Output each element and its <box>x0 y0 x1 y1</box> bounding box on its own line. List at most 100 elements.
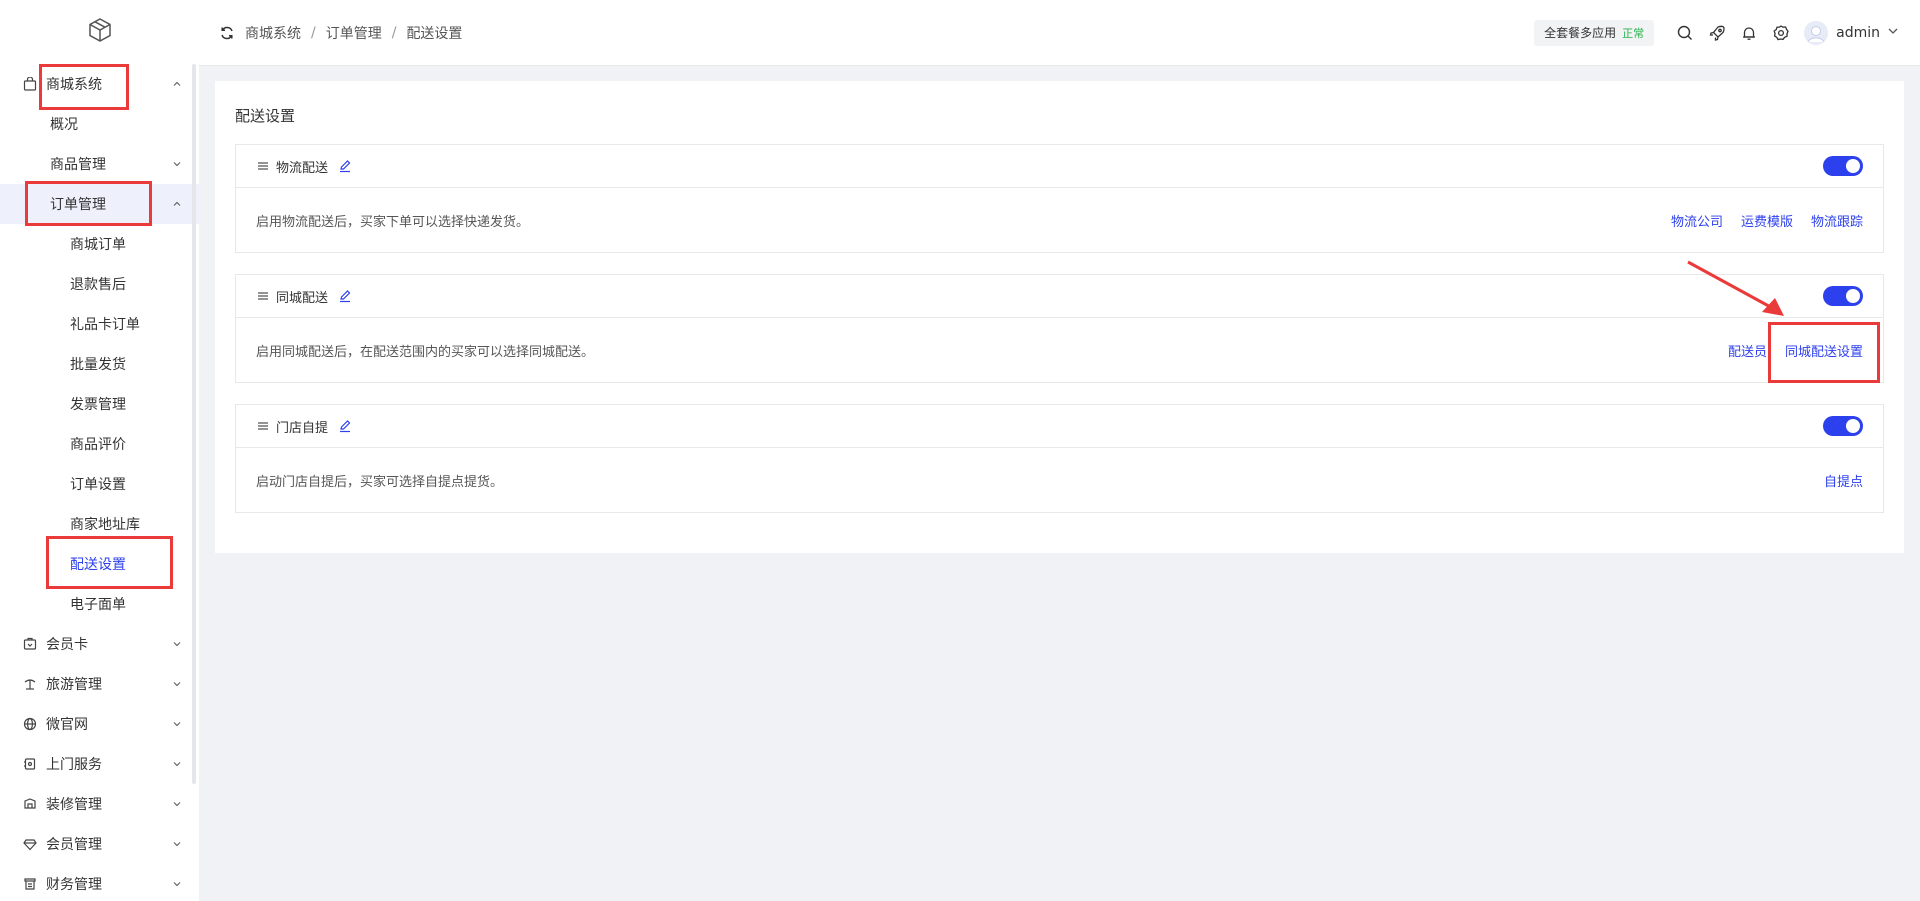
package-badge[interactable]: 全套餐多应用 正常 <box>1534 19 1655 46</box>
breadcrumb-item[interactable]: 商城系统 <box>245 23 301 43</box>
sidebar-item-finance-management[interactable]: 财务管理 <box>0 864 199 901</box>
sidebar-scrollbar[interactable] <box>192 64 196 784</box>
page-title: 配送设置 <box>235 107 296 125</box>
logistics-company-link[interactable]: 物流公司 <box>1671 211 1723 230</box>
sidebar-item-invoices[interactable]: 发票管理 <box>0 384 199 424</box>
drag-handle-icon[interactable] <box>256 159 270 173</box>
sidebar-item-mall-system[interactable]: 商城系统 <box>0 64 199 104</box>
chevron-down-icon <box>171 878 183 890</box>
sidebar-item-label: 概况 <box>50 117 78 133</box>
sidebar-item-refunds[interactable]: 退款售后 <box>0 264 199 304</box>
gear-icon[interactable] <box>1772 24 1790 42</box>
sidebar-item-label: 会员管理 <box>46 837 102 853</box>
same-city-settings-link[interactable]: 同城配送设置 <box>1785 341 1863 360</box>
courier-link[interactable]: 配送员 <box>1728 341 1767 360</box>
sidebar-item-product-reviews[interactable]: 商品评价 <box>0 424 199 464</box>
sidebar-item-overview[interactable]: 概况 <box>0 104 199 144</box>
toggle-knob <box>1846 159 1860 173</box>
chevron-down-icon <box>171 678 183 690</box>
shipping-template-link[interactable]: 运费模版 <box>1741 211 1793 230</box>
sidebar-item-mall-orders[interactable]: 商城订单 <box>0 224 199 264</box>
logo[interactable] <box>0 0 199 64</box>
sidebar-item-travel-management[interactable]: 旅游管理 <box>0 664 199 704</box>
bell-icon[interactable] <box>1740 24 1758 42</box>
sidebar-item-label: 订单设置 <box>70 477 126 493</box>
sidebar-item-e-waybill[interactable]: 电子面单 <box>0 584 199 624</box>
globe-icon <box>22 716 38 732</box>
sidebar-item-label: 商家地址库 <box>70 517 140 533</box>
card-links: 配送员 同城配送设置 <box>1710 341 1863 360</box>
sidebar-item-decoration-management[interactable]: 装修管理 <box>0 784 199 824</box>
card-title: 物流配送 <box>276 160 329 176</box>
edit-icon[interactable] <box>338 419 352 433</box>
pickup-point-link[interactable]: 自提点 <box>1824 471 1863 490</box>
refresh-icon[interactable] <box>219 25 235 41</box>
card-body: 启用物流配送后，买家下单可以选择快递发货。 物流公司 运费模版 物流跟踪 <box>236 188 1883 252</box>
card-header: 物流配送 <box>236 145 1883 188</box>
avatar[interactable] <box>1804 20 1829 45</box>
username[interactable]: admin <box>1836 25 1880 41</box>
breadcrumb-separator: / <box>391 24 397 41</box>
sidebar-item-membership-card[interactable]: 会员卡 <box>0 624 199 664</box>
breadcrumb-item[interactable]: 订单管理 <box>326 23 382 43</box>
card-body: 启用同城配送后，在配送范围内的买家可以选择同城配送。 配送员 同城配送设置 <box>236 318 1883 382</box>
package-status: 正常 <box>1622 26 1645 40</box>
sidebar-item-onsite-service[interactable]: 上门服务 <box>0 744 199 784</box>
sidebar-item-label: 礼品卡订单 <box>70 317 140 333</box>
card-body: 启动门店自提后，买家可选择自提点提货。 自提点 <box>236 448 1883 512</box>
search-icon[interactable] <box>1676 24 1694 42</box>
sidebar-item-address-library[interactable]: 商家地址库 <box>0 504 199 544</box>
breadcrumb-item-current: 配送设置 <box>406 25 463 42</box>
card-header: 门店自提 <box>236 405 1883 448</box>
card-description: 启动门店自提后，买家可选择自提点提货。 <box>256 474 504 490</box>
rocket-icon[interactable] <box>1708 24 1726 42</box>
enable-toggle[interactable] <box>1823 286 1863 306</box>
sidebar-item-label: 订单管理 <box>50 197 106 213</box>
chevron-down-icon <box>171 718 183 730</box>
chevron-down-icon[interactable] <box>1886 24 1900 42</box>
bag-icon <box>22 76 38 92</box>
card-title: 同城配送 <box>276 290 329 306</box>
sidebar-item-order-management[interactable]: 订单管理 <box>0 184 199 224</box>
enable-toggle[interactable] <box>1823 156 1863 176</box>
sidebar-item-label: 会员卡 <box>46 637 88 653</box>
toggle-knob <box>1846 419 1860 433</box>
sidebar-item-order-settings[interactable]: 订单设置 <box>0 464 199 504</box>
toggle-knob <box>1846 289 1860 303</box>
card-links: 物流公司 运费模版 物流跟踪 <box>1653 211 1863 230</box>
package-label: 全套餐多应用 <box>1544 26 1617 40</box>
travel-icon <box>22 676 38 692</box>
sidebar-item-product-management[interactable]: 商品管理 <box>0 144 199 184</box>
drag-handle-icon[interactable] <box>256 419 270 433</box>
top-header: 商城系统 / 订单管理 / 配送设置 全套餐多应用 正常 admin <box>199 0 1920 66</box>
cube-icon <box>86 16 114 48</box>
edit-icon[interactable] <box>338 159 352 173</box>
chevron-down-icon <box>171 838 183 850</box>
sidebar-item-label: 微官网 <box>46 717 88 733</box>
logistics-tracking-link[interactable]: 物流跟踪 <box>1811 211 1863 230</box>
breadcrumb: 商城系统 / 订单管理 / 配送设置 <box>245 23 462 43</box>
sidebar-item-label: 旅游管理 <box>46 677 102 693</box>
delivery-card-store-pickup: 门店自提 启动门店自提后，买家可选择自提点提货。 自提点 <box>235 404 1884 513</box>
enable-toggle[interactable] <box>1823 416 1863 436</box>
sidebar-item-label: 装修管理 <box>46 797 102 813</box>
sidebar-item-batch-shipping[interactable]: 批量发货 <box>0 344 199 384</box>
card-title: 门店自提 <box>276 420 329 436</box>
drag-handle-icon[interactable] <box>256 289 270 303</box>
sidebar-item-delivery-settings[interactable]: 配送设置 <box>0 544 199 584</box>
finance-icon <box>22 876 38 892</box>
chevron-down-icon <box>171 158 183 170</box>
service-icon <box>22 756 38 772</box>
chevron-up-icon <box>171 198 183 210</box>
sidebar-item-micro-website[interactable]: 微官网 <box>0 704 199 744</box>
sidebar-item-label: 商城订单 <box>70 237 126 253</box>
sidebar-item-member-management[interactable]: 会员管理 <box>0 824 199 864</box>
card-links: 自提点 <box>1806 471 1863 490</box>
sidebar-item-gift-card-orders[interactable]: 礼品卡订单 <box>0 304 199 344</box>
chevron-down-icon <box>171 758 183 770</box>
delivery-card-same-city: 同城配送 启用同城配送后，在配送范围内的买家可以选择同城配送。 配送员 同城配送… <box>235 274 1884 383</box>
edit-icon[interactable] <box>338 289 352 303</box>
main-panel: 配送设置 物流配送 启用物流配送后，买家下单可以选择快递发货。 物流公司 运费模… <box>215 81 1904 553</box>
card-header: 同城配送 <box>236 275 1883 318</box>
card-description: 启用物流配送后，买家下单可以选择快递发货。 <box>256 214 530 230</box>
